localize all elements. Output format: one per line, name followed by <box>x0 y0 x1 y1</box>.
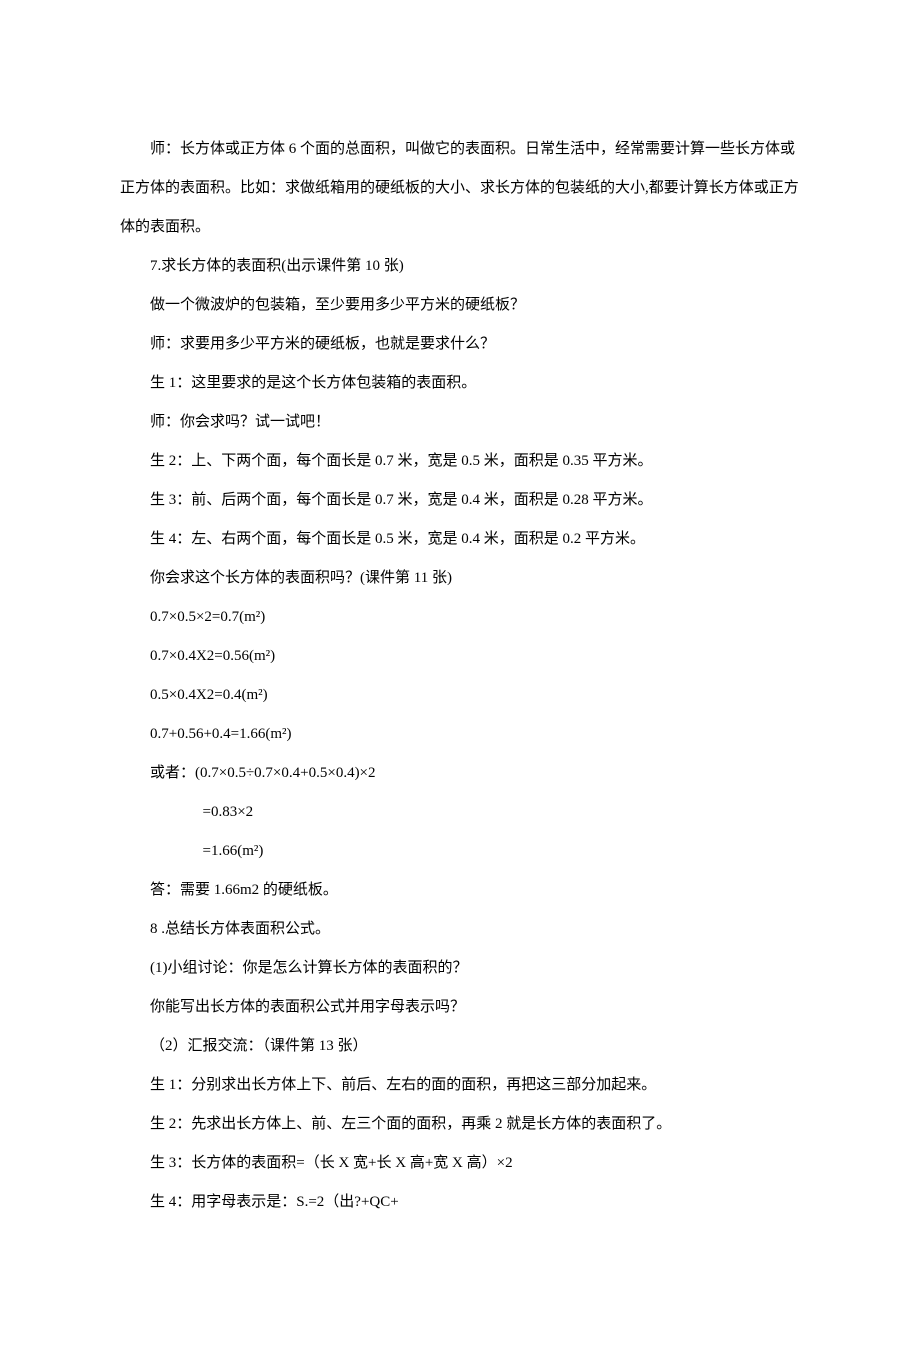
paragraph: 0.5×0.4X2=0.4(m²) <box>120 676 800 715</box>
paragraph: 做一个微波炉的包装箱，至少要用多少平方米的硬纸板？ <box>120 286 800 325</box>
paragraph: 你会求这个长方体的表面积吗？(课件第 11 张) <box>120 559 800 598</box>
paragraph: 师：长方体或正方体 6 个面的总面积，叫做它的表面积。日常生活中，经常需要计算一… <box>120 130 800 247</box>
paragraph: （2）汇报交流：（课件第 13 张） <box>120 1027 800 1066</box>
paragraph: 生 4：左、右两个面，每个面长是 0.5 米，宽是 0.4 米，面积是 0.2 … <box>120 520 800 559</box>
paragraph: 或者：(0.7×0.5÷0.7×0.4+0.5×0.4)×2 <box>120 754 800 793</box>
paragraph: 生 3：长方体的表面积=（长 X 宽+长 X 高+宽 X 高）×2 <box>120 1144 800 1183</box>
paragraph: 师：你会求吗？试一试吧！ <box>120 403 800 442</box>
paragraph: 0.7×0.4X2=0.56(m²) <box>120 637 800 676</box>
paragraph: 0.7+0.56+0.4=1.66(m²) <box>120 715 800 754</box>
paragraph: 8 .总结长方体表面积公式。 <box>120 910 800 949</box>
paragraph: =0.83×2 <box>120 793 800 832</box>
paragraph: 答：需要 1.66m2 的硬纸板。 <box>120 871 800 910</box>
document-page: 师：长方体或正方体 6 个面的总面积，叫做它的表面积。日常生活中，经常需要计算一… <box>0 0 920 1362</box>
paragraph: 师：求要用多少平方米的硬纸板，也就是要求什么？ <box>120 325 800 364</box>
paragraph: 生 2：先求出长方体上、前、左三个面的面积，再乘 2 就是长方体的表面积了。 <box>120 1105 800 1144</box>
paragraph: 生 3：前、后两个面，每个面长是 0.7 米，宽是 0.4 米，面积是 0.28… <box>120 481 800 520</box>
paragraph: 生 1：这里要求的是这个长方体包装箱的表面积。 <box>120 364 800 403</box>
paragraph: 生 1：分别求出长方体上下、前后、左右的面的面积，再把这三部分加起来。 <box>120 1066 800 1105</box>
paragraph: 生 2：上、下两个面，每个面长是 0.7 米，宽是 0.5 米，面积是 0.35… <box>120 442 800 481</box>
paragraph: 0.7×0.5×2=0.7(m²) <box>120 598 800 637</box>
paragraph: 生 4：用字母表示是：S.=2（出?+QC+ <box>120 1183 800 1222</box>
paragraph: =1.66(m²) <box>120 832 800 871</box>
paragraph: 7.求长方体的表面积(出示课件第 10 张) <box>120 247 800 286</box>
paragraph: 你能写出长方体的表面积公式并用字母表示吗？ <box>120 988 800 1027</box>
paragraph: (1)小组讨论：你是怎么计算长方体的表面积的？ <box>120 949 800 988</box>
